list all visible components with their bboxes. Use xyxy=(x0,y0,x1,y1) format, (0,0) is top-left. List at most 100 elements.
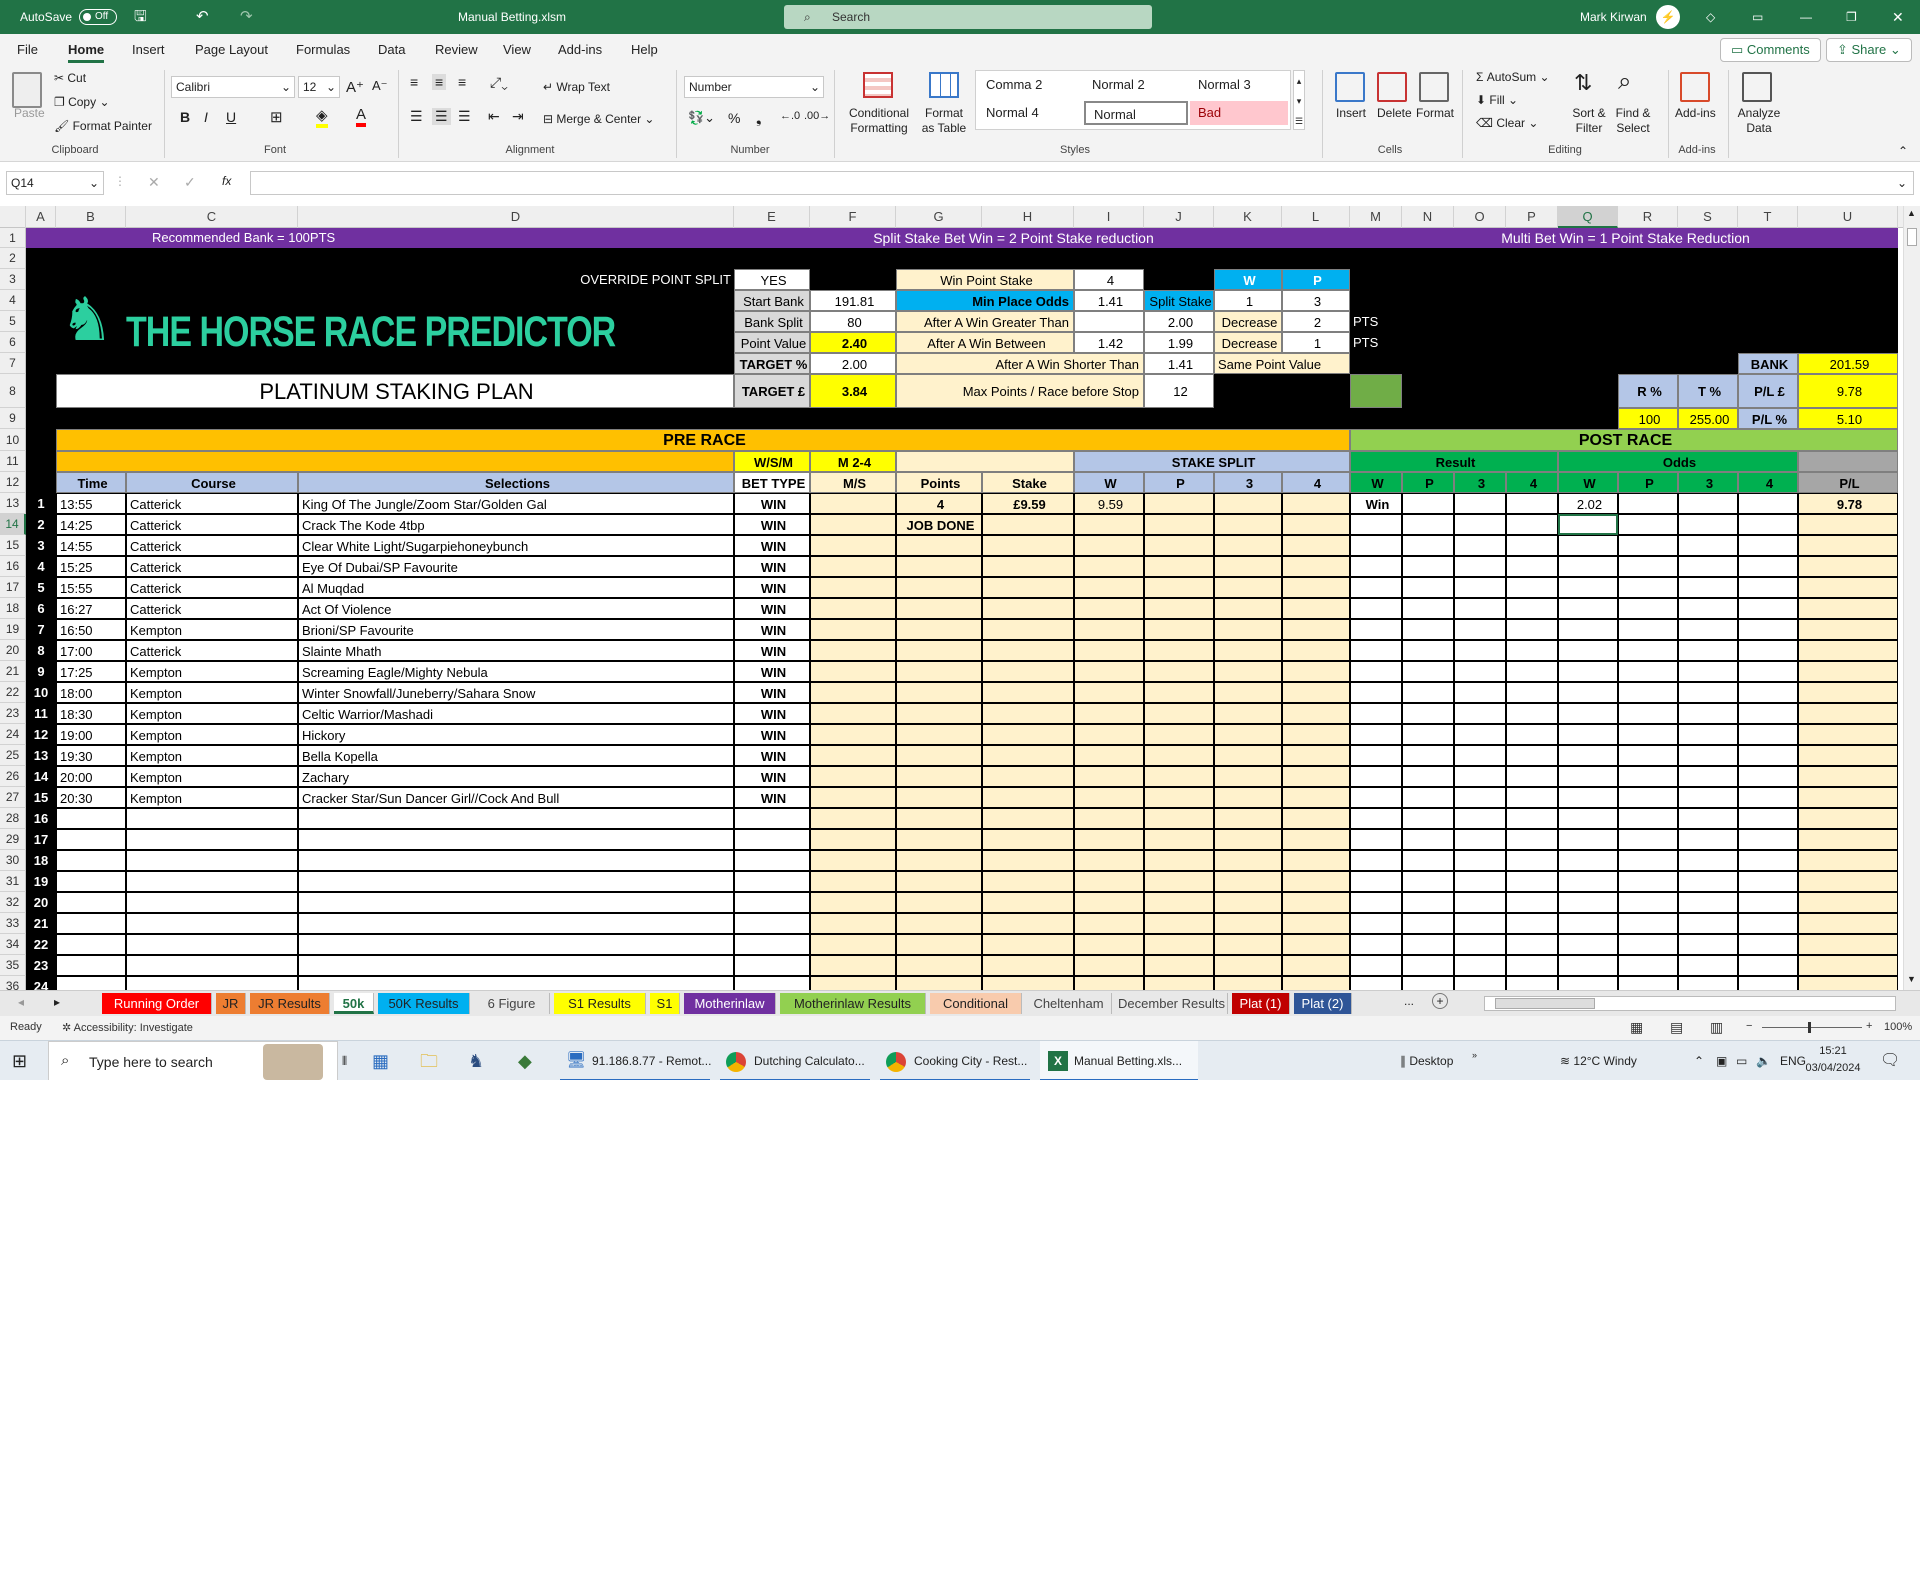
odds-cell[interactable] xyxy=(1618,976,1678,990)
row-header-32[interactable]: 32 xyxy=(0,892,26,913)
result-w-cell[interactable] xyxy=(1350,598,1402,619)
column-title-c4-t[interactable]: 4 xyxy=(1738,472,1798,493)
logo-text[interactable]: THE HORSE RACE PREDICTOR xyxy=(56,280,734,385)
column-header-i[interactable]: I xyxy=(1074,206,1144,228)
points-cell[interactable] xyxy=(896,871,982,892)
odds-w-cell[interactable] xyxy=(1558,829,1618,850)
race-selections[interactable]: Crack The Kode 4tbp xyxy=(298,514,734,535)
ms-cell[interactable] xyxy=(810,850,896,871)
race-selections[interactable]: Clear White Light/Sugarpiehoneybunch xyxy=(298,535,734,556)
result-cell[interactable] xyxy=(1454,892,1506,913)
windows-start-icon[interactable]: ⊞ xyxy=(12,1041,27,1081)
sheet-tab[interactable]: JR xyxy=(216,993,246,1014)
odds-w-cell[interactable] xyxy=(1558,934,1618,955)
ms-cell[interactable] xyxy=(810,535,896,556)
column-title-points-g[interactable]: Points xyxy=(896,472,982,493)
split-cell[interactable] xyxy=(1214,850,1282,871)
result-cell[interactable] xyxy=(1402,724,1454,745)
split-cell[interactable] xyxy=(1214,871,1282,892)
split-cell[interactable] xyxy=(1214,619,1282,640)
sheet-tab[interactable]: Conditional xyxy=(930,993,1022,1014)
result-cell[interactable] xyxy=(1454,934,1506,955)
pre-race-subheader[interactable] xyxy=(56,451,734,472)
result-cell[interactable] xyxy=(1454,976,1506,990)
race-course[interactable]: Kempton xyxy=(126,766,298,787)
ms-cell[interactable] xyxy=(810,514,896,535)
percent-icon[interactable]: % xyxy=(728,110,740,126)
odds-cell[interactable] xyxy=(1618,577,1678,598)
result-w-cell[interactable] xyxy=(1350,514,1402,535)
stake-subheader[interactable] xyxy=(896,451,1074,472)
race-number[interactable]: 12 xyxy=(26,724,56,745)
column-header-n[interactable]: N xyxy=(1402,206,1454,228)
column-title-time-b[interactable]: Time xyxy=(56,472,126,493)
insert-function-button[interactable]: fx xyxy=(222,174,231,188)
split-stake-label[interactable]: Split Stake xyxy=(1144,290,1214,311)
points-cell[interactable] xyxy=(896,556,982,577)
split-cell[interactable] xyxy=(1144,661,1214,682)
same-point-value-label[interactable]: Same Point Value xyxy=(1214,353,1350,374)
odds-cell[interactable] xyxy=(1678,640,1738,661)
enter-icon[interactable]: ✓ xyxy=(184,174,196,191)
split-w-cell[interactable] xyxy=(1074,892,1144,913)
column-header-f[interactable]: F xyxy=(810,206,896,228)
bet-type[interactable] xyxy=(734,808,810,829)
odds-w-cell[interactable] xyxy=(1558,955,1618,976)
notifications-icon[interactable]: 🗨 xyxy=(1880,1041,1900,1081)
split-w-cell[interactable] xyxy=(1074,976,1144,990)
find-icon[interactable]: ⌕ xyxy=(1618,68,1631,96)
odds-cell[interactable] xyxy=(1618,955,1678,976)
race-course[interactable] xyxy=(126,850,298,871)
task-view-icon[interactable]: ⫴ xyxy=(342,1041,347,1081)
result-w-cell[interactable] xyxy=(1350,913,1402,934)
row-header-11[interactable]: 11 xyxy=(0,451,26,472)
race-number[interactable]: 10 xyxy=(26,682,56,703)
result-cell[interactable] xyxy=(1454,640,1506,661)
split-cell[interactable] xyxy=(1214,661,1282,682)
odds-cell[interactable] xyxy=(1738,640,1798,661)
race-time[interactable]: 18:00 xyxy=(56,682,126,703)
odds-cell[interactable] xyxy=(1738,871,1798,892)
merge-center-button[interactable]: ⊟ Merge & Center ⌄ xyxy=(543,112,654,126)
decrease-value-2[interactable]: 1 xyxy=(1282,332,1350,353)
row-header-29[interactable]: 29 xyxy=(0,829,26,850)
result-w-cell[interactable] xyxy=(1350,556,1402,577)
race-selections[interactable]: King Of The Jungle/Zoom Star/Golden Gal xyxy=(298,493,734,514)
ms-cell[interactable] xyxy=(810,619,896,640)
pl-cell[interactable] xyxy=(1798,850,1898,871)
odds-cell[interactable] xyxy=(1738,829,1798,850)
wsm-header[interactable]: W/S/M xyxy=(734,451,810,472)
style-normal-4[interactable]: Normal 4 xyxy=(978,101,1082,125)
split-cell[interactable] xyxy=(1282,871,1350,892)
odds-cell[interactable] xyxy=(1618,934,1678,955)
split-cell[interactable] xyxy=(1144,514,1214,535)
name-box[interactable]: Q14 ⌄ xyxy=(6,171,104,195)
scroll-down-icon[interactable]: ▼ xyxy=(1907,974,1916,984)
odds-w-cell[interactable] xyxy=(1558,661,1618,682)
pl-cell[interactable] xyxy=(1798,892,1898,913)
row-header-25[interactable]: 25 xyxy=(0,745,26,766)
odds-w-cell[interactable] xyxy=(1558,640,1618,661)
menu-home[interactable]: Home xyxy=(68,42,105,63)
menu-add-ins[interactable]: Add-ins xyxy=(558,42,602,57)
points-cell[interactable] xyxy=(896,661,982,682)
column-title-c3-s[interactable]: 3 xyxy=(1678,472,1738,493)
status-indicator[interactable] xyxy=(1350,374,1402,408)
bank-split-label[interactable]: Bank Split xyxy=(734,311,810,332)
odds-cell[interactable] xyxy=(1678,829,1738,850)
split-cell[interactable] xyxy=(1214,808,1282,829)
odds-cell[interactable] xyxy=(1618,913,1678,934)
points-cell[interactable] xyxy=(896,745,982,766)
align-right-icon[interactable]: ☰ xyxy=(458,108,471,125)
race-number[interactable]: 2 xyxy=(26,514,56,535)
tab-scroll-left-icon[interactable]: ◂ xyxy=(18,995,24,1009)
split-p-value[interactable]: 3 xyxy=(1282,290,1350,311)
split-w-cell[interactable] xyxy=(1074,619,1144,640)
after-win-shorter-label[interactable]: After A Win Shorter Than xyxy=(896,353,1144,374)
odds-cell[interactable] xyxy=(1738,598,1798,619)
pl-cell[interactable] xyxy=(1798,640,1898,661)
split-cell[interactable] xyxy=(1144,493,1214,514)
pl-subheader[interactable] xyxy=(1798,451,1898,472)
split-cell[interactable] xyxy=(1282,535,1350,556)
bet-type[interactable] xyxy=(734,955,810,976)
